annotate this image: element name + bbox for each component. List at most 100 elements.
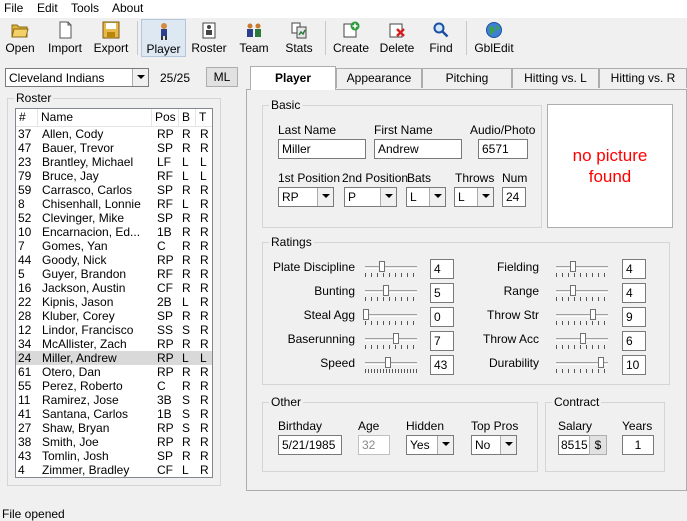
bats-select[interactable]: L [406,187,446,207]
throw-acc-field[interactable]: 6 [622,331,646,351]
open-button[interactable]: Open [2,19,38,57]
ml-button[interactable]: ML [206,67,238,87]
slider-thumb[interactable] [383,285,389,296]
stats-button[interactable]: Stats [279,19,319,57]
plate-discipline-slider[interactable] [363,261,419,281]
import-button[interactable]: Import [44,19,86,57]
menu-about[interactable]: About [112,1,143,15]
slider-thumb[interactable] [570,261,576,272]
chevron-down-icon[interactable] [437,436,453,454]
table-row[interactable]: 27 Shaw, Bryan RP S R [16,421,212,435]
durability-field[interactable]: 10 [622,355,646,375]
baserunning-slider[interactable] [363,333,419,353]
table-row[interactable]: 34 McAllister, Zach RP R R [16,337,212,351]
table-row[interactable]: 16 Jackson, Austin CF R R [16,281,212,295]
chevron-down-icon[interactable] [380,188,396,206]
table-row[interactable]: 28 Kluber, Corey SP R R [16,309,212,323]
chevron-down-icon[interactable] [132,69,148,86]
col-number[interactable]: # [16,109,38,127]
tab-appearance[interactable]: Appearance [336,68,422,88]
table-row[interactable]: 59 Carrasco, Carlos SP R R [16,183,212,197]
table-row[interactable]: 79 Bruce, Jay RF L L [16,169,212,183]
throw-acc-slider[interactable] [554,333,610,353]
last-name-field[interactable]: Miller [278,139,366,159]
baserunning-field[interactable]: 7 [430,331,454,351]
durability-slider[interactable] [554,357,610,377]
steal-agg-field[interactable]: 0 [430,307,454,327]
birthday-field[interactable]: 5/21/1985 [278,435,342,455]
range-field[interactable]: 4 [622,283,646,303]
roster-list[interactable]: # Name Pos B T 37 Allen, Cody RP R R 47 Bauer,… [15,108,213,478]
team-button[interactable]: Team [234,19,274,57]
first-position-select[interactable]: RP [278,187,334,207]
throw-str-field[interactable]: 9 [622,307,646,327]
tab-hitting-vs-r[interactable]: Hitting vs. R [599,68,687,88]
audio-photo-field[interactable]: 6571 [478,139,528,159]
slider-thumb[interactable] [580,333,586,344]
delete-button[interactable]: Delete [376,19,418,57]
table-row[interactable]: 12 Lindor, Francisco SS S R [16,323,212,337]
fielding-field[interactable]: 4 [622,259,646,279]
table-row[interactable]: 41 Santana, Carlos 1B S R [16,407,212,421]
table-row[interactable]: 23 Brantley, Michael LF L L [16,155,212,169]
table-row[interactable]: 44 Goody, Nick RP R R [16,253,212,267]
chevron-down-icon[interactable] [317,188,333,206]
throws-select[interactable]: L [454,187,494,207]
find-button[interactable]: Find [423,19,459,57]
table-row[interactable]: 37 Allen, Cody RP R R [16,127,212,141]
salary-field[interactable]: 8515 [558,435,590,455]
team-dropdown[interactable]: Cleveland Indians [5,68,149,87]
speed-field[interactable]: 43 [430,355,454,375]
num-field[interactable]: 24 [502,187,526,207]
menu-edit[interactable]: Edit [37,1,58,15]
table-row[interactable]: 47 Bauer, Trevor SP R R [16,141,212,155]
table-row[interactable]: 22 Kipnis, Jason 2B L R [16,295,212,309]
col-bats[interactable]: B [179,109,196,127]
slider-thumb[interactable] [570,285,576,296]
steal-agg-slider[interactable] [363,309,419,329]
salary-dollar-button[interactable]: $ [589,435,607,455]
player-picture[interactable]: no picture found [547,104,673,228]
table-row[interactable]: 11 Ramirez, Jose 3B S R [16,393,212,407]
table-row[interactable]: 7 Gomes, Yan C R R [16,239,212,253]
range-slider[interactable] [554,285,610,305]
plate-discipline-field[interactable]: 4 [430,259,454,279]
slider-thumb[interactable] [385,357,391,368]
menu-file[interactable]: File [4,1,23,15]
hidden-select[interactable]: Yes [406,435,454,455]
menu-tools[interactable]: Tools [71,1,99,15]
col-pos[interactable]: Pos [152,109,179,127]
top-pros-select[interactable]: No [471,435,517,455]
roster-button[interactable]: Roster [189,19,229,57]
table-row[interactable]: 38 Smith, Joe RP R R [16,435,212,449]
table-row[interactable]: 24 Miller, Andrew RP L L [16,351,212,365]
table-row[interactable]: 4 Zimmer, Bradley CF L R [16,463,212,477]
second-position-select[interactable]: P [344,187,397,207]
export-button[interactable]: Export [90,19,132,57]
slider-thumb[interactable] [379,261,385,272]
gbledit-button[interactable]: GblEdit [472,19,516,57]
first-name-field[interactable]: Andrew [374,139,462,159]
tab-pitching[interactable]: Pitching [422,68,512,88]
bunting-slider[interactable] [363,285,419,305]
col-name[interactable]: Name [38,109,152,127]
years-field[interactable]: 1 [622,435,654,455]
tab-hitting-vs-l[interactable]: Hitting vs. L [512,68,599,88]
fielding-slider[interactable] [554,261,610,281]
slider-thumb[interactable] [393,333,399,344]
throw-str-slider[interactable] [554,309,610,329]
speed-slider[interactable] [363,357,419,377]
table-row[interactable]: 61 Otero, Dan RP R R [16,365,212,379]
col-throws[interactable]: T [196,109,212,127]
player-button[interactable]: Player [141,19,186,57]
tab-player[interactable]: Player [250,66,336,90]
table-row[interactable]: 52 Clevinger, Mike SP R R [16,211,212,225]
create-button[interactable]: Create [330,19,372,57]
slider-thumb[interactable] [590,309,596,320]
chevron-down-icon[interactable] [500,436,516,454]
chevron-down-icon[interactable] [477,188,493,206]
table-row[interactable]: 8 Chisenhall, Lonnie RF L R [16,197,212,211]
table-row[interactable]: 55 Perez, Roberto C R R [16,379,212,393]
slider-thumb[interactable] [598,357,604,368]
table-row[interactable]: 5 Guyer, Brandon RF R R [16,267,212,281]
